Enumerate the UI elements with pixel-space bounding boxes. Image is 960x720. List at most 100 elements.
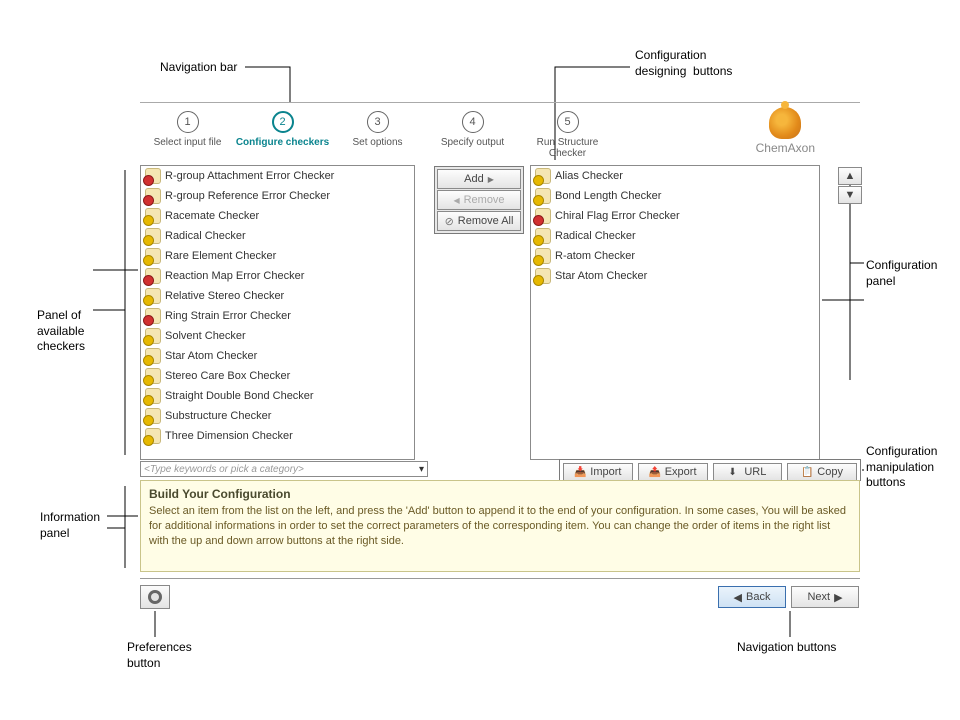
remove-all-button-label: Remove All — [458, 215, 514, 227]
bottom-bar: ◀ Back Next ▶ — [140, 578, 860, 618]
info-title: Build Your Configuration — [149, 487, 851, 501]
preferences-button[interactable] — [140, 585, 170, 609]
url-icon — [728, 466, 740, 478]
list-item-label: Radical Checker — [165, 230, 246, 242]
checker-icon — [145, 328, 161, 344]
list-item[interactable]: Rare Element Checker — [141, 246, 414, 266]
triangle-right-icon: ▶ — [834, 591, 842, 604]
step-5[interactable]: 5 Run Structure Checker — [520, 111, 615, 159]
list-item-label: Solvent Checker — [165, 330, 246, 342]
step-1[interactable]: 1 Select input file — [140, 111, 235, 148]
step-4-number: 4 — [462, 111, 484, 133]
checker-icon — [145, 288, 161, 304]
export-label: Export — [665, 466, 697, 478]
step-2[interactable]: 2 Configure checkers — [235, 111, 330, 148]
checker-icon — [535, 208, 551, 224]
callout-navbar: Navigation bar — [160, 60, 237, 76]
step-3[interactable]: 3 Set options — [330, 111, 425, 148]
list-item[interactable]: R-group Attachment Error Checker — [141, 166, 414, 186]
gear-icon — [148, 590, 162, 604]
filter-input[interactable]: <Type keywords or pick a category> ▾ — [140, 461, 428, 477]
step-5-number: 5 — [557, 111, 579, 133]
list-item-label: R-group Attachment Error Checker — [165, 170, 334, 182]
list-item-label: Relative Stereo Checker — [165, 290, 284, 302]
checker-icon — [145, 228, 161, 244]
config-manipulation-buttons: Import Export URL Copy — [559, 459, 861, 481]
checker-icon — [145, 428, 161, 444]
list-item[interactable]: Radical Checker — [531, 226, 819, 246]
list-item[interactable]: Straight Double Bond Checker — [141, 386, 414, 406]
list-item[interactable]: Radical Checker — [141, 226, 414, 246]
list-item-label: Three Dimension Checker — [165, 430, 293, 442]
available-checkers-panel[interactable]: R-group Attachment Error Checker R-group … — [140, 165, 415, 460]
step-4-label: Specify output — [425, 137, 520, 148]
checker-icon — [145, 308, 161, 324]
info-body: Select an item from the list on the left… — [149, 504, 851, 549]
list-item[interactable]: Three Dimension Checker — [141, 426, 414, 446]
back-button[interactable]: ◀ Back — [718, 586, 786, 608]
list-item-label: R-atom Checker — [555, 250, 635, 262]
step-3-label: Set options — [330, 137, 425, 148]
list-item[interactable]: Stereo Care Box Checker — [141, 366, 414, 386]
copy-button[interactable]: Copy — [787, 463, 857, 481]
triangle-up-icon: ▲ — [845, 170, 856, 182]
next-button[interactable]: Next ▶ — [791, 586, 859, 608]
remove-button[interactable]: Remove — [437, 190, 521, 210]
list-item[interactable]: Ring Strain Error Checker — [141, 306, 414, 326]
step-3-number: 3 — [367, 111, 389, 133]
list-item-label: Star Atom Checker — [555, 270, 647, 282]
list-item-label: Bond Length Checker — [555, 190, 661, 202]
triangle-down-icon: ▼ — [845, 189, 856, 201]
list-item[interactable]: R-group Reference Error Checker — [141, 186, 414, 206]
brand: ChemAxon — [756, 107, 815, 155]
copy-icon — [801, 466, 813, 478]
move-down-button[interactable]: ▼ — [838, 186, 862, 204]
checker-icon — [535, 248, 551, 264]
add-button[interactable]: Add — [437, 169, 521, 189]
brand-name: ChemAxon — [756, 141, 815, 155]
list-item[interactable]: Relative Stereo Checker — [141, 286, 414, 306]
checker-icon — [145, 188, 161, 204]
checker-icon — [535, 228, 551, 244]
import-label: Import — [590, 466, 621, 478]
list-item[interactable]: Chiral Flag Error Checker — [531, 206, 819, 226]
list-item[interactable]: R-atom Checker — [531, 246, 819, 266]
list-item[interactable]: Bond Length Checker — [531, 186, 819, 206]
checker-icon — [145, 348, 161, 364]
move-up-button[interactable]: ▲ — [838, 167, 862, 185]
list-item[interactable]: Reaction Map Error Checker — [141, 266, 414, 286]
dropdown-icon[interactable]: ▾ — [419, 464, 424, 475]
list-item-label: Alias Checker — [555, 170, 623, 182]
list-item[interactable]: Star Atom Checker — [141, 346, 414, 366]
configuration-panel[interactable]: Alias Checker Bond Length Checker Chiral F… — [530, 165, 820, 460]
navigation-bar: 1 Select input file 2 Configure checkers… — [140, 102, 860, 162]
list-item[interactable]: Substructure Checker — [141, 406, 414, 426]
list-item-label: Reaction Map Error Checker — [165, 270, 304, 282]
remove-all-button[interactable]: Remove All — [437, 211, 521, 231]
import-button[interactable]: Import — [563, 463, 633, 481]
checker-icon — [535, 188, 551, 204]
export-button[interactable]: Export — [638, 463, 708, 481]
list-item[interactable]: Alias Checker — [531, 166, 819, 186]
list-item[interactable]: Racemate Checker — [141, 206, 414, 226]
callout-nav-buttons: Navigation buttons — [737, 640, 836, 656]
checker-icon — [145, 408, 161, 424]
filter-placeholder: <Type keywords or pick a category> — [144, 464, 304, 475]
navigation-buttons: ◀ Back Next ▶ — [717, 585, 860, 609]
checker-icon — [535, 268, 551, 284]
list-item[interactable]: Solvent Checker — [141, 326, 414, 346]
list-item[interactable]: Star Atom Checker — [531, 266, 819, 286]
step-5-label: Run Structure Checker — [520, 137, 615, 159]
triangle-left-icon: ◀ — [734, 591, 742, 604]
list-item-label: Substructure Checker — [165, 410, 271, 422]
step-1-number: 1 — [177, 111, 199, 133]
step-4[interactable]: 4 Specify output — [425, 111, 520, 148]
callout-config-design: Configuration designing buttons — [635, 48, 732, 79]
url-button[interactable]: URL — [713, 463, 783, 481]
list-item-label: Chiral Flag Error Checker — [555, 210, 680, 222]
list-item-label: Ring Strain Error Checker — [165, 310, 291, 322]
url-label: URL — [744, 466, 766, 478]
checker-icon — [145, 368, 161, 384]
list-item-label: Straight Double Bond Checker — [165, 390, 314, 402]
import-icon — [574, 466, 586, 478]
